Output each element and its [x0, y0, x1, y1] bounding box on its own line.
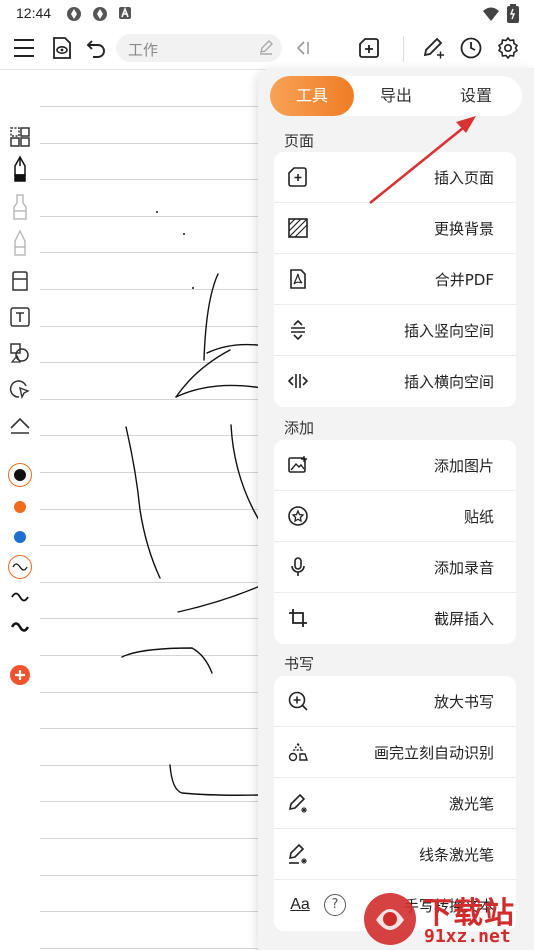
zoom-in-icon — [286, 689, 310, 713]
menu-item-label: 截屏插入 — [433, 610, 494, 628]
menu-item-label: 插入竖向空间 — [403, 322, 494, 340]
stroke-medium-button[interactable] — [8, 585, 32, 609]
add-page-icon — [286, 165, 310, 189]
tab-settings[interactable]: 设置 — [434, 76, 518, 116]
menu-item-label: 合并PDF — [434, 271, 494, 289]
menu-item-add-recording[interactable]: 添加录音 — [274, 542, 516, 593]
help-icon[interactable]: ? — [324, 894, 346, 916]
section-title-writing: 书写 — [284, 655, 315, 673]
selected-ring — [8, 555, 32, 579]
ink-dot — [192, 287, 194, 289]
pencil-tool-button[interactable] — [8, 229, 32, 256]
microphone-icon — [286, 555, 310, 579]
menu-item-label: 贴纸 — [463, 508, 494, 526]
ink-stroke — [169, 764, 261, 796]
pointer-circle-icon — [9, 380, 30, 400]
wave-thick-icon — [11, 622, 29, 632]
horizontal-space-icon — [286, 369, 310, 393]
panel-tab-bar: 工具 导出 设置 — [270, 76, 522, 116]
menu-item-change-background[interactable]: 更换背景 — [274, 203, 516, 254]
fountain-pen-tool-button[interactable] — [8, 155, 32, 182]
shape-recognize-icon — [286, 740, 310, 764]
color-orange-swatch[interactable] — [8, 495, 32, 519]
ink-stroke — [203, 273, 219, 361]
menu-item-insert-vertical-space[interactable]: 插入竖向空间 — [274, 305, 516, 356]
menu-item-label: 添加图片 — [433, 457, 494, 475]
watermark-url: 91xz.net — [424, 926, 511, 947]
menu-item-add-image[interactable]: 添加图片 — [274, 440, 516, 491]
ink-dot — [156, 211, 158, 213]
laser-pointer-button[interactable] — [8, 377, 32, 401]
menu-item-insert-page[interactable]: 插入页面 — [274, 152, 516, 203]
menu-item-insert-horizontal-space[interactable]: 插入横向空间 — [274, 356, 516, 407]
tab-tools[interactable]: 工具 — [270, 76, 354, 116]
selected-ring — [8, 463, 32, 487]
font-icon: Aa — [290, 896, 310, 913]
ink-stroke — [121, 647, 213, 674]
blue-dot — [14, 531, 26, 543]
menu-item-screenshot-insert[interactable]: 截屏插入 — [274, 593, 516, 644]
shape-tool-button[interactable] — [8, 341, 32, 365]
pdf-icon — [286, 267, 310, 291]
section-title-add: 添加 — [284, 419, 315, 437]
ink-stroke — [175, 384, 263, 398]
tools-panel: 工具 导出 设置 页面 插入页面 更换背景 合并PDF 插入竖向空间 插入横向空… — [258, 68, 534, 950]
color-blue-swatch[interactable] — [8, 525, 32, 549]
vertical-space-icon — [286, 318, 310, 342]
wave-thin-icon — [12, 563, 28, 571]
menu-item-auto-recognize[interactable]: 画完立刻自动识别 — [274, 727, 516, 778]
line-laser-pen-icon — [286, 842, 310, 866]
tab-export[interactable]: 导出 — [354, 76, 438, 116]
ruler-tool-button[interactable] — [8, 413, 32, 437]
menu-item-zoom-writing[interactable]: 放大书写 — [274, 676, 516, 727]
plus-circle-icon — [10, 665, 30, 685]
image-plus-icon — [286, 453, 310, 477]
wave-medium-icon — [11, 592, 29, 602]
site-watermark: 下载站 91xz.net — [360, 886, 534, 950]
lasso-tool-button[interactable] — [8, 125, 32, 149]
shapes-icon — [10, 343, 29, 363]
highlighter-tool-button[interactable] — [8, 194, 32, 220]
add-section-card: 添加图片 贴纸 添加录音 截屏插入 — [274, 440, 516, 644]
eraser-icon — [12, 271, 28, 291]
stroke-thick-button[interactable] — [8, 615, 32, 639]
menu-item-label: 更换背景 — [433, 220, 494, 238]
pencil-nib-icon — [14, 229, 26, 256]
menu-item-label: 画完立刻自动识别 — [373, 744, 494, 762]
ink-dot — [183, 233, 185, 235]
menu-item-label: 插入横向空间 — [403, 373, 494, 391]
orange-dot — [14, 501, 26, 513]
stroke-thin-button[interactable] — [8, 555, 32, 579]
text-tool-button[interactable] — [8, 305, 32, 329]
add-tool-button[interactable] — [8, 663, 32, 687]
ink-stroke — [125, 426, 161, 579]
fountain-pen-icon — [14, 155, 26, 182]
ink-stroke — [177, 585, 261, 613]
menu-item-label: 线条激光笔 — [418, 846, 494, 864]
black-dot — [14, 469, 26, 481]
menu-item-label: 激光笔 — [448, 795, 494, 813]
menu-item-merge-pdf[interactable]: 合并PDF — [274, 254, 516, 305]
crop-icon — [286, 606, 310, 630]
background-pattern-icon — [286, 216, 310, 240]
menu-item-sticker[interactable]: 贴纸 — [274, 491, 516, 542]
text-box-icon — [10, 307, 30, 327]
eraser-tool-button[interactable] — [8, 269, 32, 293]
triangle-ruler-icon — [10, 417, 30, 434]
watermark-logo-icon — [364, 893, 416, 945]
laser-pen-icon — [286, 791, 310, 815]
menu-item-label: 添加录音 — [433, 559, 494, 577]
select-pages-icon — [10, 127, 30, 147]
page-section-card: 插入页面 更换背景 合并PDF 插入竖向空间 插入横向空间 — [274, 152, 516, 407]
menu-item-label: 插入页面 — [433, 169, 494, 187]
ink-stroke — [175, 349, 231, 398]
star-circle-icon — [286, 504, 310, 528]
menu-item-line-laser-pen[interactable]: 线条激光笔 — [274, 829, 516, 880]
menu-item-laser-pen[interactable]: 激光笔 — [274, 778, 516, 829]
menu-item-label: 放大书写 — [433, 693, 494, 711]
color-black-swatch[interactable] — [8, 463, 32, 487]
section-title-page: 页面 — [284, 132, 315, 150]
marker-icon — [13, 194, 27, 220]
